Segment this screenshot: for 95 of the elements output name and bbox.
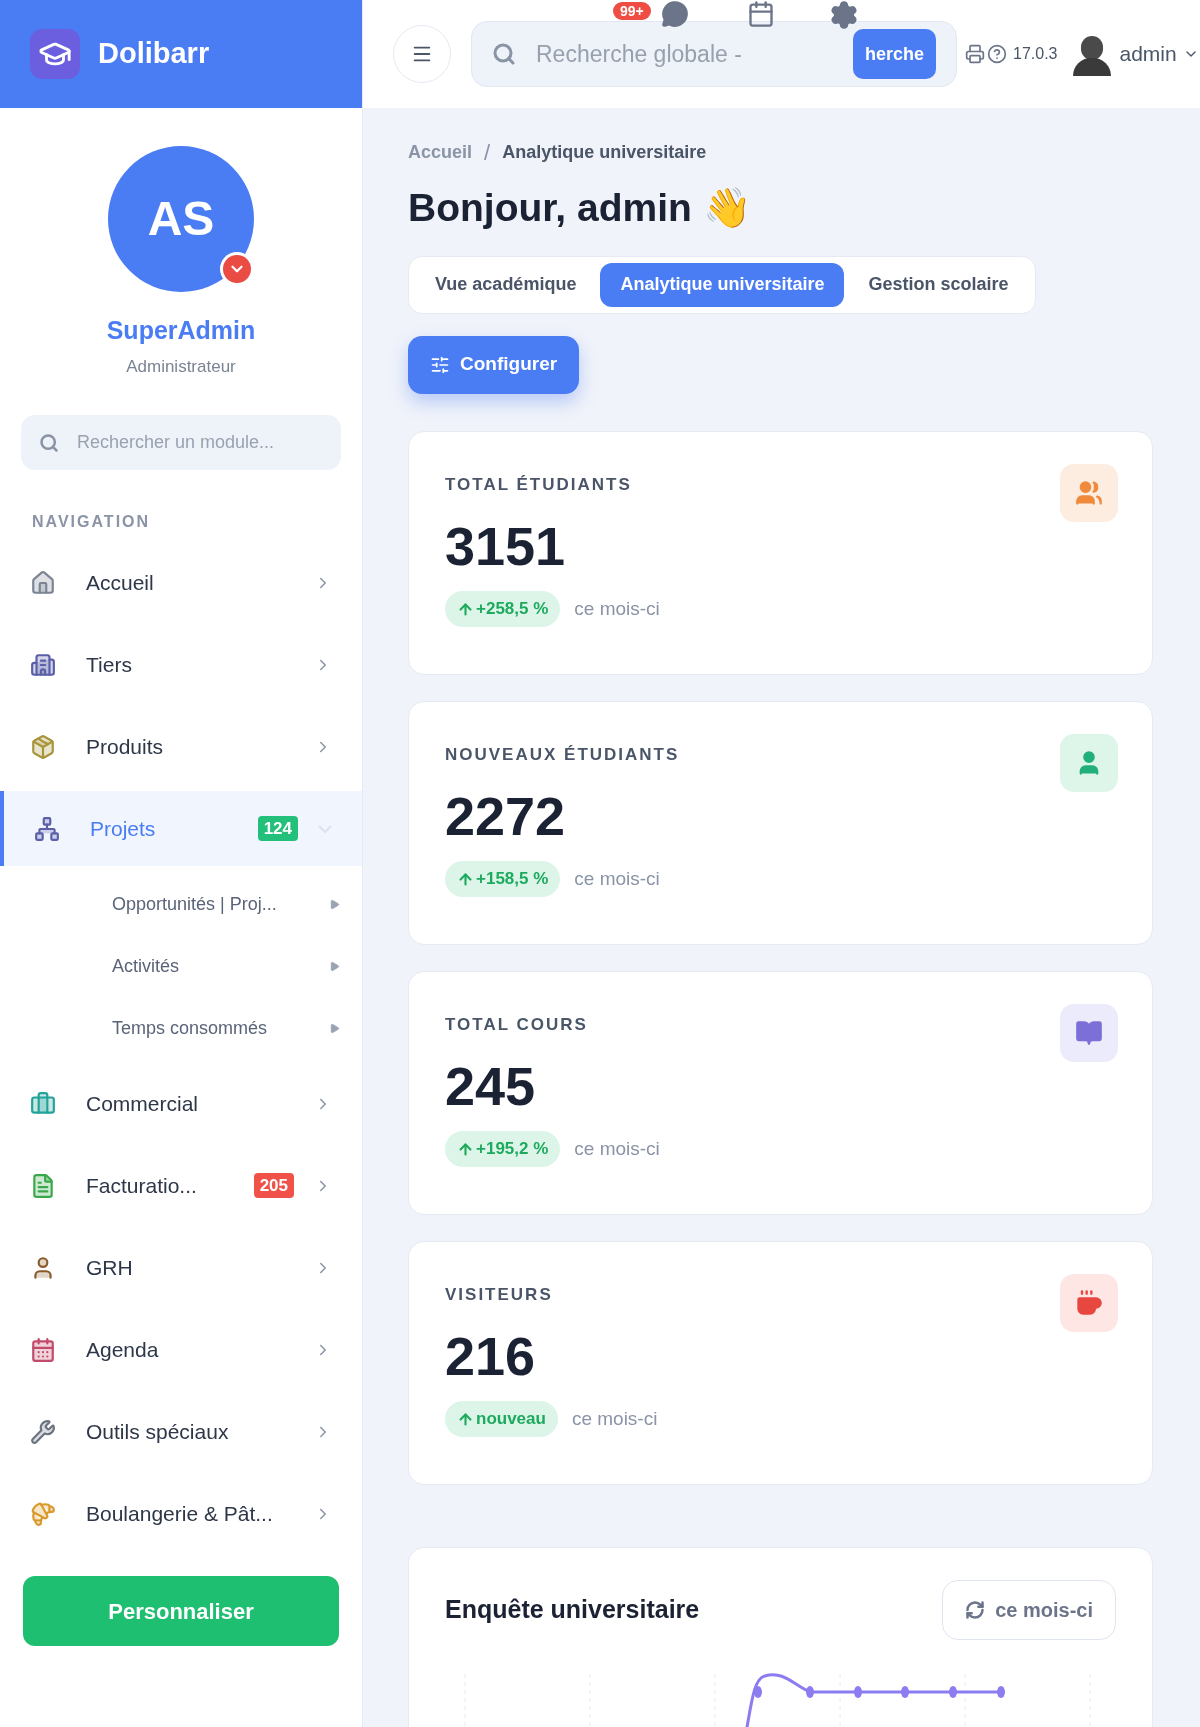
nav-item[interactable]: Boulangerie & Pât... [0,1476,362,1551]
stat-value: 245 [445,1055,536,1118]
nav-label: Tiers [86,651,132,678]
search-icon [39,432,59,453]
chat-icon[interactable] [661,0,689,28]
subnav-item[interactable]: Temps consommés [0,997,362,1059]
invoice-icon [30,1172,56,1199]
nav-label: GRH [86,1254,133,1281]
sliders-icon [430,354,450,375]
box-icon [30,733,56,760]
avatar: AS [108,146,254,292]
subnav-item[interactable]: Opportunités | Proj... [0,873,362,935]
nav-label: Accueil [86,569,154,596]
stat-value: 216 [445,1325,536,1388]
count-badge: 124 [257,815,298,842]
users-icon [1060,463,1118,522]
nav-item[interactable]: Commercial [0,1066,362,1141]
user-menu[interactable]: admin [1119,38,1199,70]
printer-icon[interactable] [965,44,985,64]
tab[interactable]: Vue académique [415,262,597,307]
stat-label: TOTAL COURS [445,1013,588,1036]
profile-name: SuperAdmin [106,315,256,346]
chart-point [854,1685,862,1698]
refresh-icon [965,1599,986,1620]
book-icon [1060,1003,1118,1062]
chart-point [901,1685,909,1698]
count-badge: 205 [253,1172,294,1199]
change-badge: +158,5 % [445,861,561,897]
tab[interactable]: Analytique universitaire [600,262,845,307]
settings-icon[interactable] [829,0,859,30]
stat-label: TOTAL ÉTUDIANTS [445,473,632,496]
chart-point [754,1685,762,1698]
global-search-field[interactable]: Recherche globale - herche [471,21,957,87]
stat-label: NOUVEAUX ÉTUDIANTS [445,743,680,766]
search-button[interactable]: herche [852,29,936,79]
network-icon [34,815,60,842]
search-icon [492,42,516,66]
caret-icon [329,1022,340,1034]
nav-label: Facturatio... [86,1172,197,1199]
graduation-cap-icon [30,29,80,79]
greeting-heading: Bonjour, admin 👋 [408,185,752,231]
change-badge: +258,5 % [445,591,561,627]
nav-label: Commercial [86,1090,198,1117]
global-search-input[interactable]: Recherche globale - [536,36,766,72]
nav-item[interactable]: Tiers [0,627,362,702]
period-note: ce mois-ci [574,1136,660,1161]
tools-icon [30,1418,56,1445]
nav-label: Boulangerie & Pât... [86,1500,273,1527]
period-note: ce mois-ci [571,1406,658,1431]
nav-item[interactable]: Agenda [0,1312,362,1387]
home-icon [30,569,56,596]
period-note: ce mois-ci [574,596,660,621]
stat-value: 2272 [445,785,566,848]
chart-point [806,1685,814,1698]
caret-icon [329,898,340,910]
calendar-icon [30,1336,56,1363]
nav-label: Produits [86,733,164,760]
nav-item[interactable]: Projets 124 [0,791,362,866]
stat-label: VISITEURS [445,1283,553,1306]
survey-title: Enquête universitaire [445,1593,700,1625]
user-icon [1060,733,1118,792]
chart-point [949,1685,957,1698]
notification-badge: 99+ [613,2,651,20]
calendar-icon[interactable] [747,0,775,28]
change-badge: nouveau [445,1401,558,1437]
subnav-item[interactable]: Activités [0,935,362,997]
period-button[interactable]: ce mois-ci [942,1579,1116,1640]
building-icon [30,651,56,678]
nav-heading: NAVIGATION [32,512,151,532]
help-icon[interactable] [987,44,1007,64]
module-search-field[interactable]: Rechercher un module... [21,415,341,470]
brand-name: Dolibarr [98,36,210,72]
chart-point [997,1685,1005,1698]
nav-item[interactable]: GRH [0,1230,362,1305]
nav-item[interactable]: Produits [0,709,362,784]
configure-button[interactable]: Configurer [408,335,580,394]
stat-value: 3151 [445,515,566,578]
nav-item[interactable]: Facturatio... 205 [0,1148,362,1223]
profile-role: Administrateur [126,355,236,378]
tab[interactable]: Gestion scolaire [848,262,1029,307]
period-note: ce mois-ci [574,866,660,891]
caret-icon [329,960,340,972]
change-badge: +195,2 % [445,1131,561,1167]
nav-item[interactable]: Outils spéciaux [0,1394,362,1469]
cup-icon [1060,1273,1118,1332]
bread-icon [30,1500,56,1527]
version-label: 17.0.3 [1013,44,1058,64]
breadcrumb-current: Analytique universitaire [502,141,707,164]
breadcrumb-separator: / [484,139,491,167]
module-search-input[interactable]: Rechercher un module... [77,429,317,456]
nav-label: Projets [90,815,156,842]
briefcase-icon [30,1090,56,1117]
nav-label: Outils spéciaux [86,1418,229,1445]
nav-label: Agenda [86,1336,159,1363]
nav-item[interactable]: Accueil [0,545,362,620]
